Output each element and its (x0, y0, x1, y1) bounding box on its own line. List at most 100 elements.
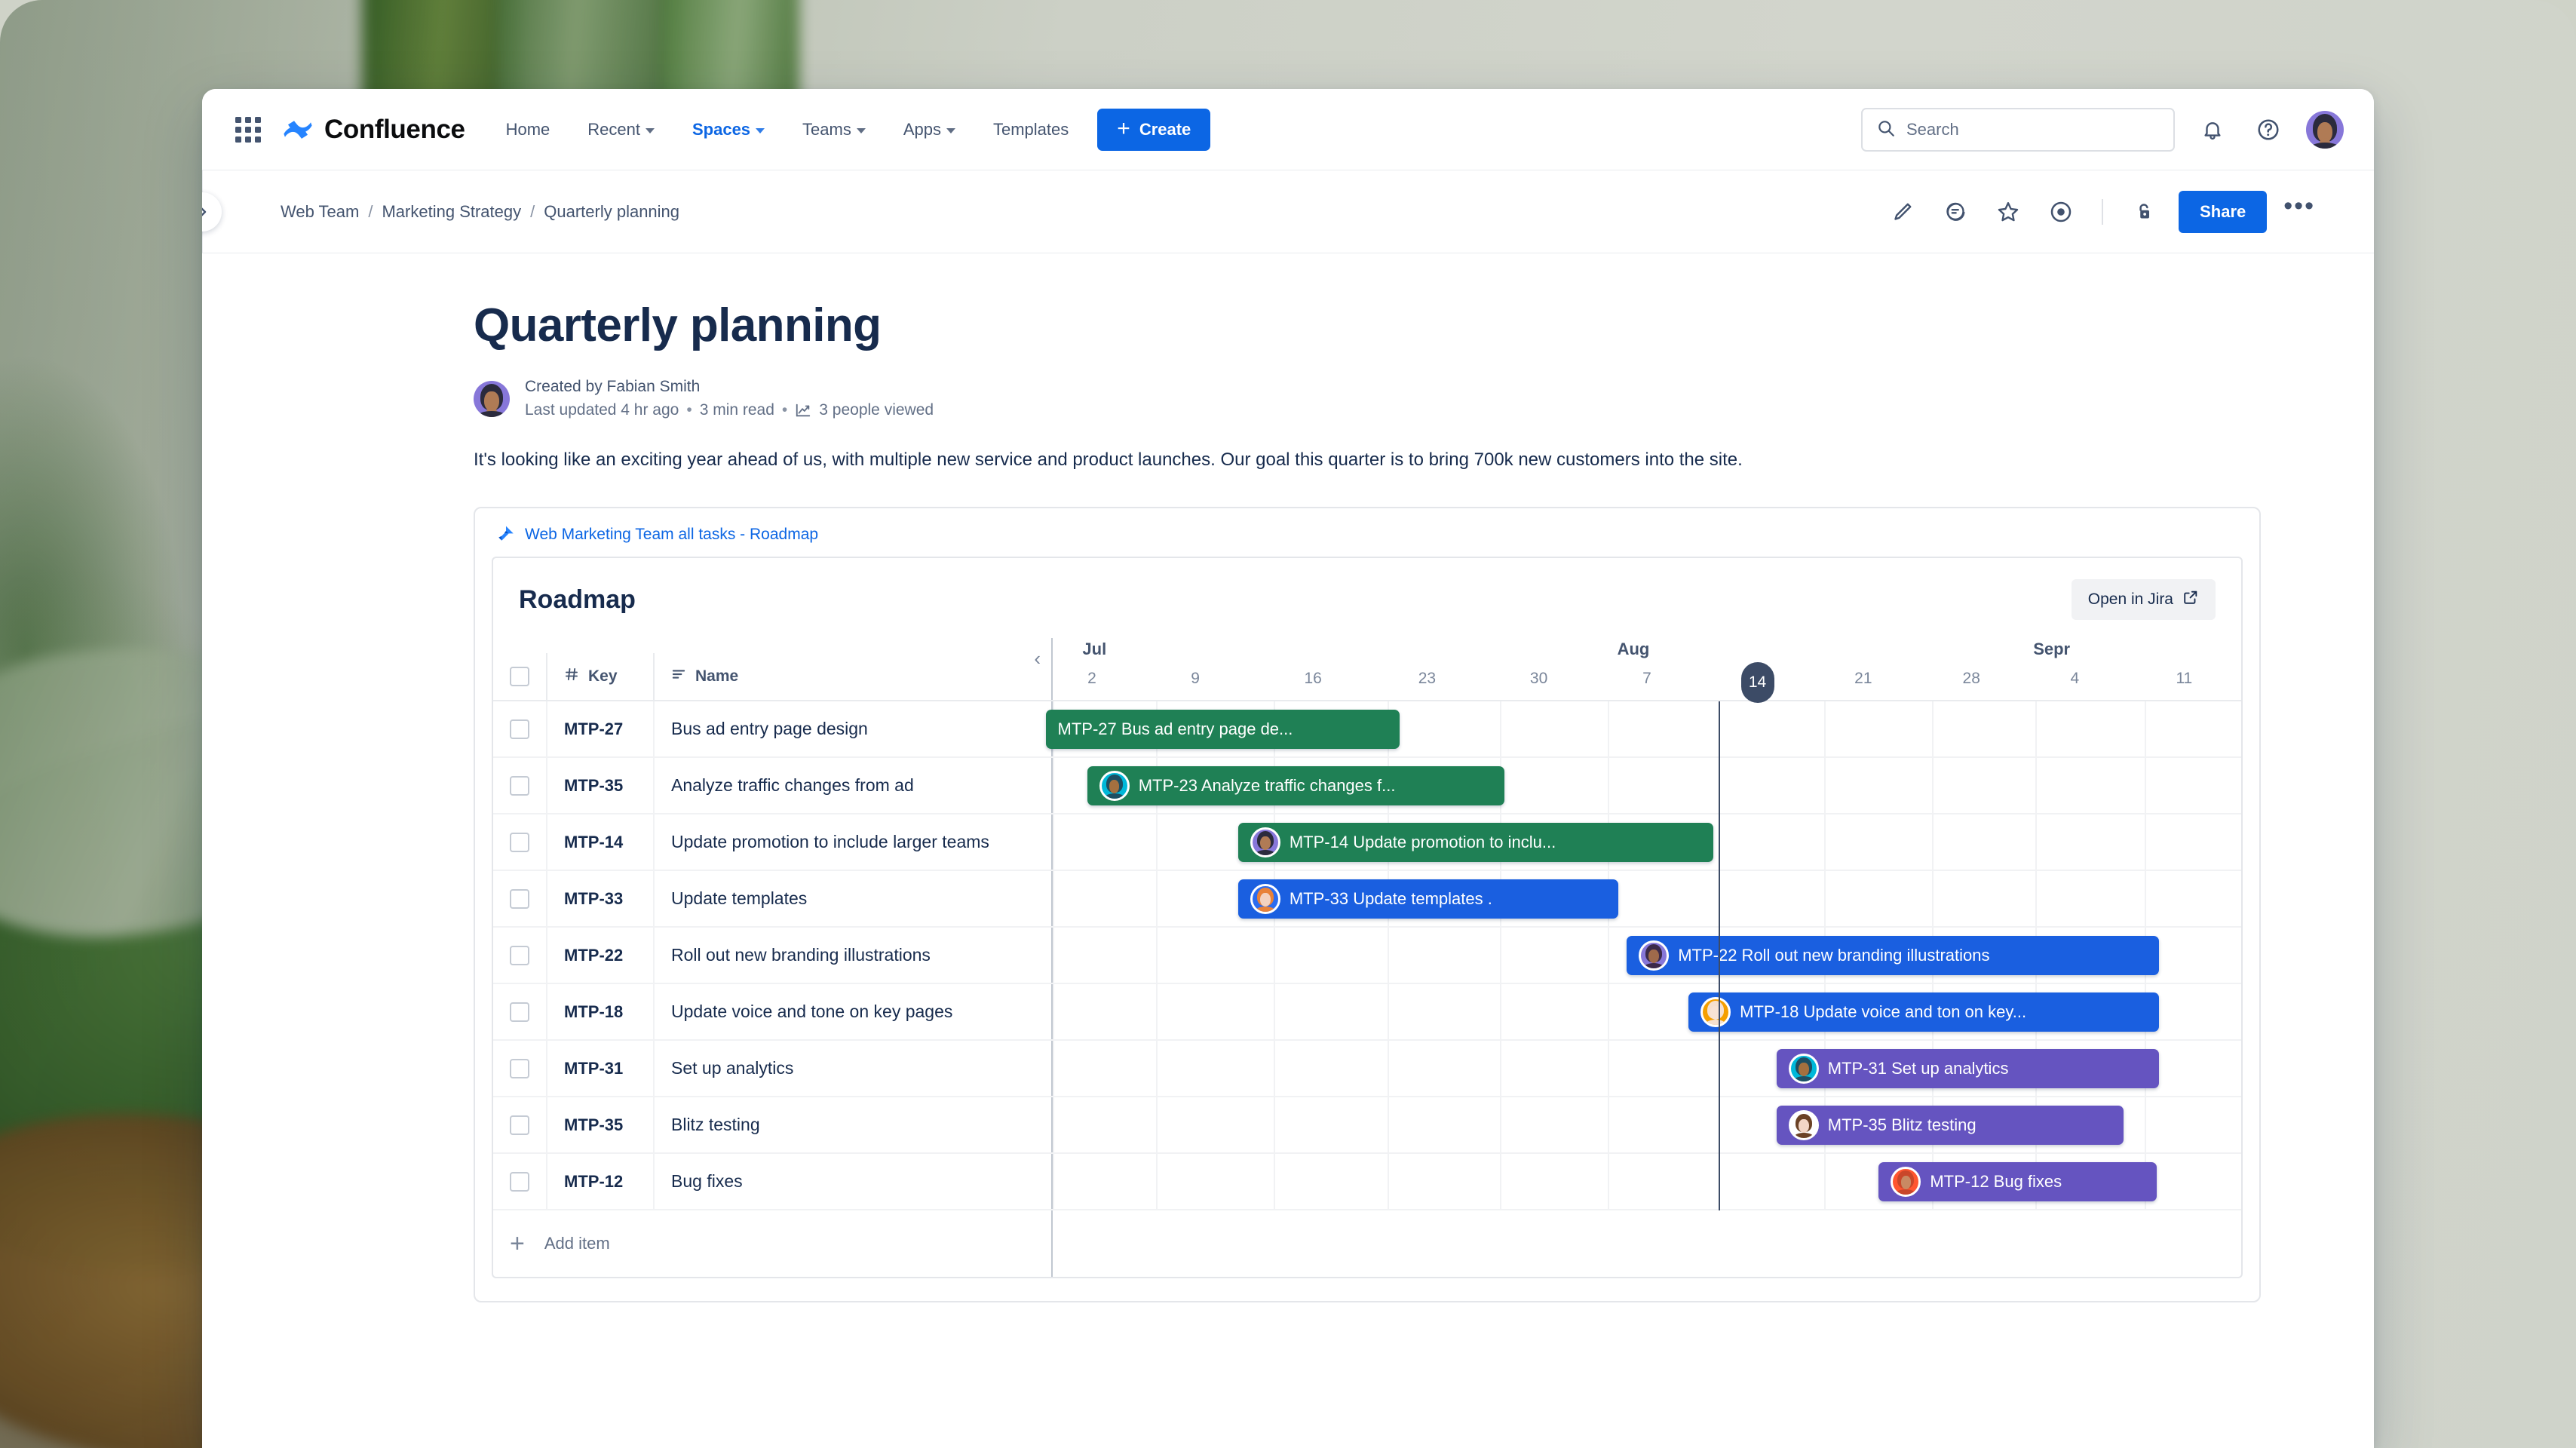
timeline-header: Key Name ‹ Jul Aug Sepr 2 9 16 23 30 7 1… (493, 638, 2241, 703)
create-button[interactable]: + Create (1097, 109, 1211, 151)
unlock-restrictions-icon[interactable] (2126, 194, 2162, 230)
nav-item-spaces[interactable]: Spaces (686, 112, 771, 147)
table-row[interactable]: MTP-35 Blitz testing MTP-35 Blitz testing (493, 1097, 2241, 1154)
nav-right-group (1861, 108, 2344, 152)
timeline-bar-label: MTP-22 Roll out new branding illustratio… (1678, 945, 1990, 965)
timeline-day-label: 11 (2176, 670, 2193, 687)
row-checkbox[interactable] (510, 945, 529, 965)
timeline-bar-label: MTP-18 Update voice and ton on key... (1740, 1002, 2027, 1021)
search-input[interactable] (1906, 120, 2160, 140)
star-favorite-icon[interactable] (1990, 194, 2026, 230)
breadcrumb-separator: / (368, 202, 373, 221)
timeline-bar[interactable]: MTP-35 Blitz testing (1776, 1105, 2124, 1145)
nav-item-apps[interactable]: Apps (897, 112, 961, 147)
table-row[interactable]: MTP-12 Bug fixes MTP-12 Bug fixes (493, 1154, 2241, 1210)
chevron-down-icon (856, 128, 866, 133)
row-key-cell: MTP-27 (546, 701, 653, 756)
brand-name: Confluence (324, 115, 465, 144)
table-row[interactable]: MTP-31 Set up analytics MTP-31 Set up anal… (493, 1041, 2241, 1097)
page-content: Quarterly planning Created by Fabian Smi… (474, 299, 2374, 1302)
add-item-row[interactable]: + Add item (493, 1210, 2241, 1277)
table-row[interactable]: MTP-27 Bus ad entry page design MTP-27 Bus… (493, 701, 2241, 758)
timeline-bar[interactable]: MTP-33 Update templates . (1237, 879, 1619, 919)
table-row[interactable]: MTP-35 Analyze traffic changes from ad MTP… (493, 758, 2241, 814)
author-avatar[interactable] (474, 381, 510, 417)
timeline-gridline (1156, 814, 1158, 870)
chevron-down-icon (946, 128, 955, 133)
collapse-columns-chevron-icon[interactable]: ‹ (1034, 649, 1041, 668)
row-timeline-cell: MTP-23 Analyze traffic changes f... (1051, 758, 2241, 813)
row-timeline-cell: MTP-35 Blitz testing (1051, 1097, 2241, 1152)
timeline-gridline (1274, 1097, 1276, 1152)
table-row[interactable]: MTP-22 Roll out new branding illustration… (493, 928, 2241, 984)
nav-item-label: Home (505, 120, 550, 139)
timeline-gridline (1823, 814, 1826, 870)
row-checkbox-cell (493, 1058, 546, 1078)
timeline-gridline (1823, 701, 1826, 756)
column-header-key[interactable]: Key (546, 653, 653, 700)
share-button[interactable]: Share (2179, 191, 2268, 233)
row-checkbox-cell (493, 719, 546, 739)
nav-item-label: Apps (903, 120, 941, 139)
row-checkbox[interactable] (510, 888, 529, 909)
notifications-bell-icon[interactable] (2194, 112, 2231, 148)
comment-icon[interactable] (1937, 194, 1973, 230)
row-checkbox[interactable] (510, 832, 529, 852)
row-checkbox-cell (493, 1115, 546, 1135)
app-switcher-icon[interactable] (235, 117, 261, 143)
row-checkbox[interactable] (510, 1171, 529, 1192)
timeline-day-label: 21 (1854, 670, 1872, 687)
row-checkbox[interactable] (510, 1115, 529, 1135)
timeline-gridline (1053, 928, 1054, 983)
assignee-avatar (1099, 770, 1130, 801)
table-row[interactable]: MTP-14 Update promotion to include larger… (493, 814, 2241, 871)
timeline-gridline (1823, 871, 1826, 926)
row-checkbox-cell (493, 945, 546, 965)
timeline-month-label: Sepr (2033, 640, 2071, 658)
open-in-jira-button[interactable]: Open in Jira (2071, 579, 2216, 620)
search-box[interactable] (1861, 108, 2175, 152)
timeline-bar[interactable]: MTP-12 Bug fixes (1878, 1161, 2157, 1201)
assignee-avatar (1788, 1109, 1819, 1140)
timeline-gridline (1607, 1041, 1609, 1096)
more-actions-icon[interactable]: ••• (2283, 193, 2315, 222)
timeline-bar[interactable]: MTP-31 Set up analytics (1776, 1048, 2160, 1088)
edit-pencil-icon[interactable] (1884, 194, 1921, 230)
nav-item-templates[interactable]: Templates (987, 112, 1075, 147)
timeline-bar[interactable]: MTP-22 Roll out new branding illustratio… (1627, 935, 2160, 975)
row-left-columns: MTP-35 Blitz testing (493, 1097, 1051, 1152)
row-name-cell: Blitz testing (653, 1097, 1051, 1152)
nav-item-recent[interactable]: Recent (581, 112, 661, 147)
timeline-day-label: 30 (1529, 670, 1548, 687)
macro-source-link[interactable]: Web Marketing Team all tasks - Roadmap (525, 526, 818, 544)
row-checkbox[interactable] (510, 1002, 529, 1022)
breadcrumb-item-parent[interactable]: Marketing Strategy (382, 202, 521, 222)
timeline-today-label: 14 (1740, 662, 1774, 703)
table-row[interactable]: MTP-33 Update templates MTP-33 Update temp… (493, 871, 2241, 928)
nav-item-home[interactable]: Home (500, 112, 557, 147)
timeline-bar[interactable]: MTP-23 Analyze traffic changes f... (1087, 765, 1504, 805)
people-viewed-text[interactable]: 3 people viewed (819, 401, 934, 419)
timeline-bar[interactable]: MTP-14 Update promotion to inclu... (1237, 822, 1714, 862)
roadmap-title: Roadmap (519, 584, 636, 614)
table-row[interactable]: MTP-18 Update voice and tone on key pages… (493, 984, 2241, 1041)
confluence-logo-link[interactable]: Confluence (282, 114, 465, 146)
row-timeline-cell: MTP-22 Roll out new branding illustratio… (1051, 928, 2241, 983)
breadcrumb-item-space[interactable]: Web Team (281, 202, 359, 222)
page-intro-paragraph: It's looking like an exciting year ahead… (474, 449, 1743, 470)
timeline-bar-label: MTP-12 Bug fixes (1930, 1171, 2062, 1191)
nav-item-teams[interactable]: Teams (796, 112, 872, 147)
row-checkbox[interactable] (510, 719, 529, 739)
user-avatar[interactable] (2306, 111, 2344, 149)
row-checkbox[interactable] (510, 1058, 529, 1078)
macro-header: Web Marketing Team all tasks - Roadmap (492, 525, 2243, 545)
timeline-bar[interactable]: MTP-18 Update voice and ton on key... (1688, 992, 2160, 1032)
select-all-checkbox[interactable] (510, 667, 529, 686)
assignee-avatar (1700, 996, 1731, 1027)
expand-sidebar-button[interactable] (202, 192, 222, 232)
timeline-bar[interactable]: MTP-27 Bus ad entry page de... (1045, 709, 1400, 749)
row-checkbox[interactable] (510, 775, 529, 796)
column-header-name[interactable]: Name (653, 653, 1051, 700)
help-question-icon[interactable] (2250, 112, 2286, 148)
watch-eye-icon[interactable] (2043, 194, 2079, 230)
